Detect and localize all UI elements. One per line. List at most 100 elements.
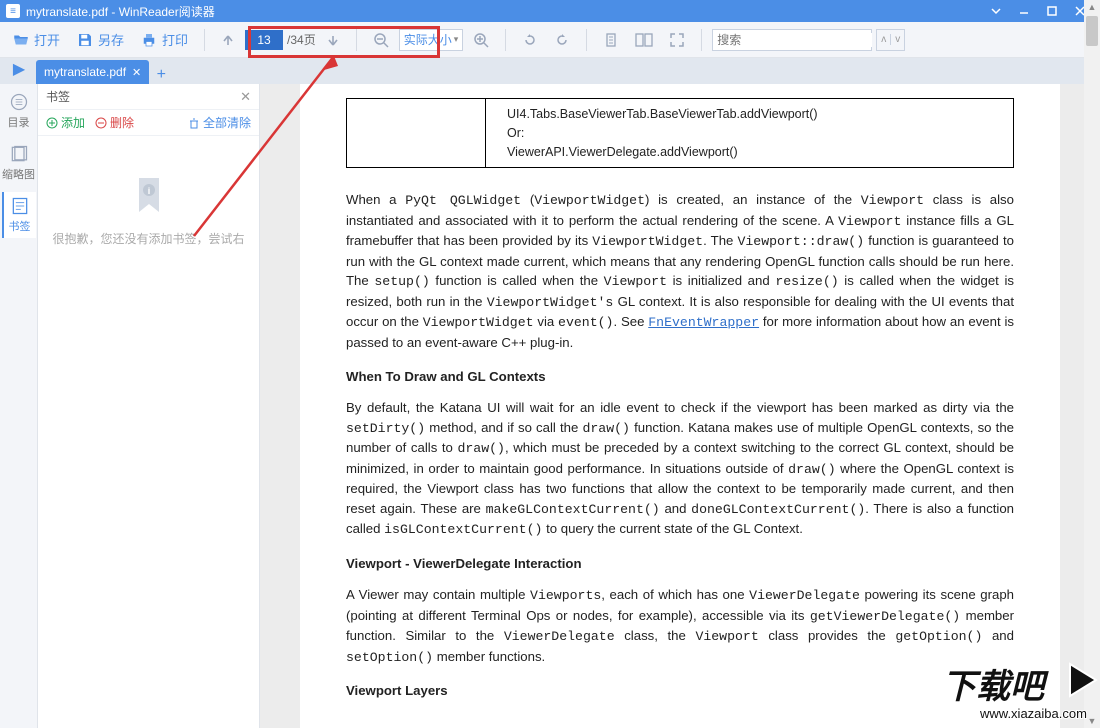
print-button[interactable]: 打印 <box>134 27 194 52</box>
window-scrollbar[interactable]: ▲ ▼ <box>1084 0 1100 728</box>
paragraph: When a PyQt QGLWidget (ViewportWidget) i… <box>346 190 1014 352</box>
arrow-up-icon <box>221 33 235 47</box>
zoom-in-button[interactable] <box>467 29 495 51</box>
scroll-down-button[interactable]: ▼ <box>1084 714 1100 728</box>
search-input[interactable] <box>717 33 872 47</box>
rotate-right-button[interactable] <box>548 29 576 51</box>
bookmark-add-button[interactable]: 添加 <box>46 114 85 131</box>
document-tabbar: mytranslate.pdf ✕ + <box>0 58 1100 84</box>
svg-text:i: i <box>147 186 150 196</box>
bookmark-icon <box>10 196 30 216</box>
page-input[interactable] <box>245 30 283 50</box>
trash-icon <box>188 117 200 129</box>
minimize-button[interactable] <box>1010 0 1038 22</box>
delete-label: 删除 <box>110 114 134 131</box>
divider <box>586 29 587 51</box>
fullscreen-button[interactable] <box>663 29 691 51</box>
prev-page-button[interactable] <box>215 30 241 50</box>
print-icon <box>140 31 158 49</box>
empty-message: 很抱歉，您还没有添加书签，尝试右 <box>42 230 254 247</box>
window-title: mytranslate.pdf - WinReader阅读器 <box>26 3 215 20</box>
single-page-icon <box>603 32 619 48</box>
code-block: UI4.Tabs.BaseViewerTab.BaseViewerTab.add… <box>346 98 1014 168</box>
divider <box>356 29 357 51</box>
folder-open-icon <box>12 31 30 49</box>
sidebar-toggle-button[interactable]: ▶ <box>10 60 28 78</box>
search-prev-button[interactable]: ʌ <box>877 34 891 45</box>
divider <box>204 29 205 51</box>
panel-header: 书签 ✕ <box>38 84 259 110</box>
rotate-left-icon <box>522 32 538 48</box>
code-line: Or: <box>507 124 1003 143</box>
scroll-thumb[interactable] <box>1086 16 1098 46</box>
divider <box>505 29 506 51</box>
save-icon <box>76 31 94 49</box>
bookmark-clear-all-button[interactable]: 全部清除 <box>188 114 251 131</box>
dropdown-button[interactable] <box>982 0 1010 22</box>
add-label: 添加 <box>61 114 85 131</box>
page-nav: /34页 <box>215 30 346 50</box>
rotate-right-icon <box>554 32 570 48</box>
add-tab-button[interactable]: + <box>149 66 173 84</box>
bookmark-ghost-icon: i <box>134 176 164 216</box>
open-label: 打开 <box>34 30 60 49</box>
code-line: ViewerAPI.ViewerDelegate.addViewport() <box>507 143 1003 162</box>
heading: Viewport Layers <box>346 681 1014 701</box>
sidebar-item-bookmarks[interactable]: 书签 <box>2 192 36 238</box>
panel-close-button[interactable]: ✕ <box>240 89 251 105</box>
saveas-label: 另存 <box>98 30 124 49</box>
bookmark-delete-button[interactable]: 删除 <box>95 114 134 131</box>
minus-circle-icon <box>95 117 107 129</box>
heading: When To Draw and GL Contexts <box>346 367 1014 387</box>
zoom-out-button[interactable] <box>367 29 395 51</box>
link-fneventwrapper[interactable]: FnEventWrapper <box>648 314 759 329</box>
plus-circle-icon <box>46 117 58 129</box>
thumbnails-icon <box>9 144 29 164</box>
clear-label: 全部清除 <box>203 114 251 131</box>
search-next-button[interactable]: v <box>891 34 904 45</box>
print-label: 打印 <box>162 30 188 49</box>
panel-title: 书签 <box>46 88 70 105</box>
single-page-button[interactable] <box>597 29 625 51</box>
sidebar-item-toc[interactable]: 目录 <box>2 88 36 134</box>
titlebar: ≡ mytranslate.pdf - WinReader阅读器 <box>0 0 1100 22</box>
search-nav: ʌ v <box>876 29 905 51</box>
two-page-icon <box>635 32 653 48</box>
tab-close-button[interactable]: ✕ <box>132 66 141 79</box>
divider <box>701 29 702 51</box>
fullscreen-icon <box>669 32 685 48</box>
paragraph: A Viewer may contain multiple Viewports,… <box>346 585 1014 667</box>
thumb-label: 缩略图 <box>2 166 35 182</box>
maximize-button[interactable] <box>1038 0 1066 22</box>
tab-label: mytranslate.pdf <box>44 65 126 79</box>
bookmark-label: 书签 <box>9 218 31 234</box>
arrow-down-icon <box>326 33 340 47</box>
rotate-left-button[interactable] <box>516 29 544 51</box>
save-as-button[interactable]: 另存 <box>70 27 130 52</box>
code-line: UI4.Tabs.BaseViewerTab.BaseViewerTab.add… <box>507 105 1003 124</box>
scroll-up-button[interactable]: ▲ <box>1084 0 1100 14</box>
zoom-out-icon <box>373 32 389 48</box>
bookmarks-panel: 书签 ✕ 添加 删除 全部清除 i 很抱歉，您还没有添加书签，尝试右 <box>38 84 260 728</box>
panel-empty-state: i 很抱歉，您还没有添加书签，尝试右 <box>38 136 259 728</box>
next-page-button[interactable] <box>320 30 346 50</box>
sidebar-iconbar: ▶ 目录 缩略图 书签 <box>0 84 38 728</box>
toolbar: 打开 另存 打印 /34页 实际大小▾ ʌ v <box>0 22 1100 58</box>
heading: Viewport - ViewerDelegate Interaction <box>346 554 1014 574</box>
zoom-label: 实际大小 <box>404 31 452 48</box>
document-tab[interactable]: mytranslate.pdf ✕ <box>36 60 149 84</box>
pdf-page: UI4.Tabs.BaseViewerTab.BaseViewerTab.add… <box>300 84 1060 728</box>
sidebar-item-thumbnails[interactable]: 缩略图 <box>2 140 36 186</box>
zoom-select[interactable]: 实际大小▾ <box>399 29 464 51</box>
page-total: /34页 <box>287 31 316 48</box>
main-area: ▶ 目录 缩略图 书签 书签 ✕ 添加 删除 <box>0 84 1100 728</box>
document-viewport[interactable]: UI4.Tabs.BaseViewerTab.BaseViewerTab.add… <box>260 84 1100 728</box>
panel-actions: 添加 删除 全部清除 <box>38 110 259 136</box>
toc-icon <box>9 92 29 112</box>
open-button[interactable]: 打开 <box>6 27 66 52</box>
search-box[interactable] <box>712 29 872 51</box>
paragraph: By default, the Katana UI will wait for … <box>346 398 1014 540</box>
app-icon: ≡ <box>6 4 20 18</box>
toc-label: 目录 <box>8 114 30 130</box>
two-page-button[interactable] <box>629 29 659 51</box>
